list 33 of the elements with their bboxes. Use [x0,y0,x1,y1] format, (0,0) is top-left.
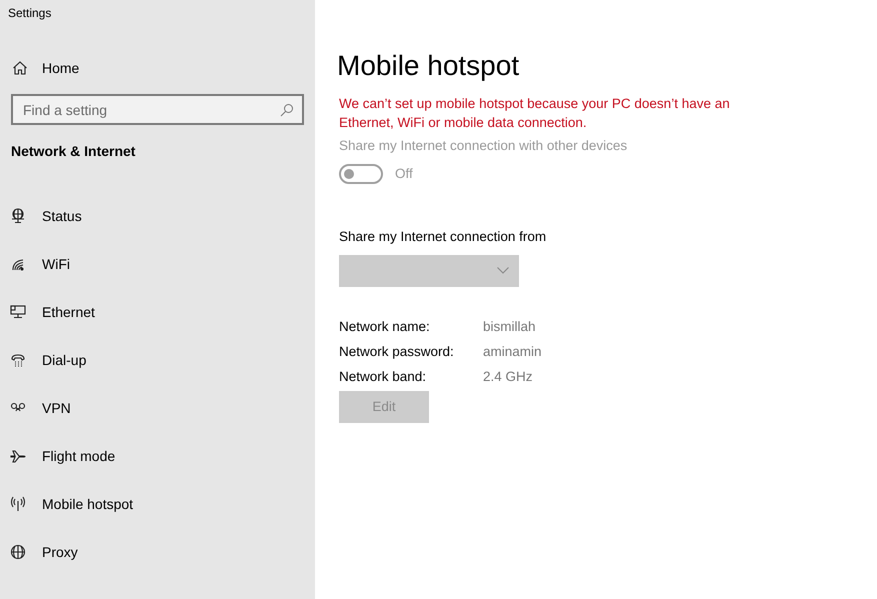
phone-icon [10,352,26,368]
detail-value: bismillah [483,318,537,336]
globe-monitor-icon [10,208,26,224]
nav-item[interactable]: WiFi [0,240,315,288]
section-heading: Network & Internet [10,142,136,161]
detail-value: aminamin [483,342,542,361]
detail-label: Network password: [339,342,455,361]
nav-item[interactable]: VPN [0,384,315,432]
search-icon [280,103,294,117]
toggle-switch[interactable] [339,164,383,184]
detail-value: 2.4 GHz [483,368,534,386]
nav-item[interactable]: Mobile hotspot [0,480,315,528]
share-from-label: Share my Internet connection from [339,228,546,246]
chevron-down-icon [497,267,509,274]
nav-item[interactable]: Ethernet [0,288,315,336]
home-nav-item[interactable]: Home [0,48,315,88]
error-message: We can’t set up mobile hotspot because your PC doesn’t have an Ethernet, WiFi or mobile data connection. [339,95,731,132]
nav-item[interactable]: Flight mode [0,432,315,480]
detail-label: Network name: [339,318,431,336]
toggle-state: Off [395,165,413,184]
nav-item[interactable]: Status [0,192,315,240]
detail-label: Network band: [339,368,428,386]
globe-icon [10,544,26,560]
ethernet-icon [10,304,26,320]
share-label: Share my Internet connection with other devices [339,137,628,155]
home-icon [12,60,28,76]
nav-item[interactable]: Proxy [0,528,315,576]
window-title: Settings [7,5,52,20]
nav-item[interactable]: Dial-up [0,336,315,384]
hotspot-icon [10,496,26,512]
page-title: Mobile hotspot [337,49,520,83]
airplane-icon [10,448,26,464]
search-field[interactable]: Find a setting [11,94,304,125]
